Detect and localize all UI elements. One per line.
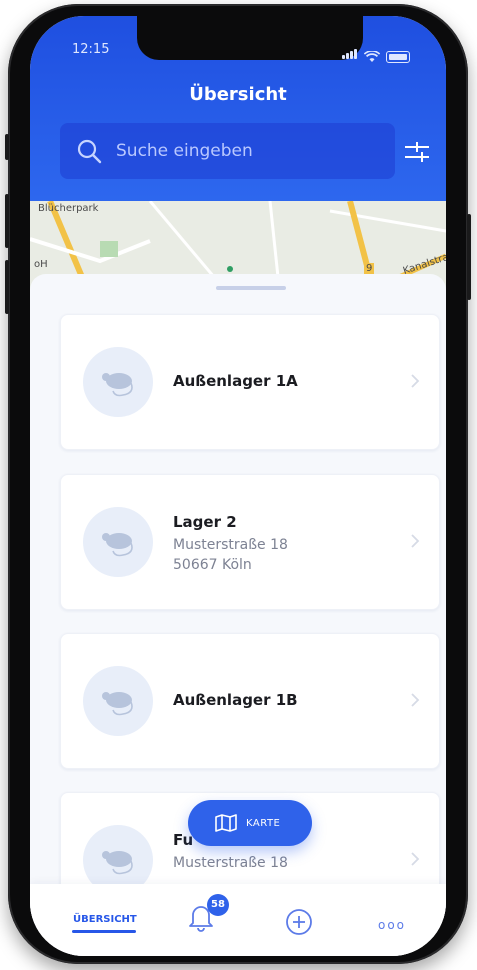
rat-icon	[102, 851, 133, 875]
map-button[interactable]: KARTE	[188, 800, 312, 846]
chevron-right-icon	[411, 693, 420, 707]
card-street: Musterstraße 18	[173, 537, 288, 553]
mute-switch	[5, 134, 9, 160]
battery-icon	[386, 51, 410, 63]
power-button	[467, 214, 471, 300]
card-title: Lager 2	[173, 513, 237, 531]
volume-up-button	[5, 194, 9, 248]
chevron-right-icon	[411, 534, 420, 548]
filter-icon[interactable]	[402, 138, 432, 166]
map-icon	[215, 814, 237, 832]
page-title: Übersicht	[189, 84, 287, 105]
tab-active-indicator	[72, 930, 136, 933]
signal-icon	[342, 44, 358, 63]
tab-bar: ÜBERSICHT 58 ooo	[30, 884, 446, 956]
location-card[interactable]: Lager 2 Musterstraße 18 50667 Köln	[60, 474, 440, 610]
map-label-route: 9	[364, 263, 375, 274]
tab-overview[interactable]: ÜBERSICHT	[73, 914, 137, 925]
rat-icon	[102, 692, 133, 716]
card-street: Musterstraße 18	[173, 855, 288, 871]
drag-handle[interactable]	[216, 286, 286, 290]
map-label-oh: oH	[34, 259, 48, 270]
search-input[interactable]	[114, 140, 358, 162]
card-title: Außenlager 1A	[173, 372, 298, 390]
chevron-right-icon	[411, 852, 420, 866]
wifi-icon	[364, 51, 380, 62]
avatar	[83, 347, 153, 417]
chevron-right-icon	[411, 374, 420, 388]
notch	[137, 16, 363, 60]
search-icon	[77, 139, 102, 164]
notification-badge: 58	[207, 894, 229, 916]
rat-icon	[102, 533, 133, 557]
location-card[interactable]: Außenlager 1B	[60, 633, 440, 769]
avatar	[83, 666, 153, 736]
status-icons	[342, 44, 410, 63]
rat-icon	[102, 373, 133, 397]
more-icon[interactable]: ooo	[378, 918, 406, 932]
map-button-label: KARTE	[246, 817, 281, 829]
location-list-sheet: Außenlager 1A Lager 2 Musterstraße 18 50…	[30, 274, 446, 956]
screen: 12:15 Übersicht Suche eingeben Blücherpa…	[30, 16, 446, 956]
app-header: 12:15 Übersicht	[30, 16, 446, 221]
add-icon[interactable]	[285, 908, 313, 936]
card-city: 50667 Köln	[173, 557, 252, 573]
map-label-park: Blücherpark	[38, 203, 99, 214]
avatar	[83, 507, 153, 577]
card-title: Außenlager 1B	[173, 691, 298, 709]
volume-down-button	[5, 260, 9, 314]
search-bar[interactable]	[60, 123, 395, 179]
status-time: 12:15	[72, 42, 110, 57]
location-card[interactable]: Außenlager 1A	[60, 314, 440, 450]
